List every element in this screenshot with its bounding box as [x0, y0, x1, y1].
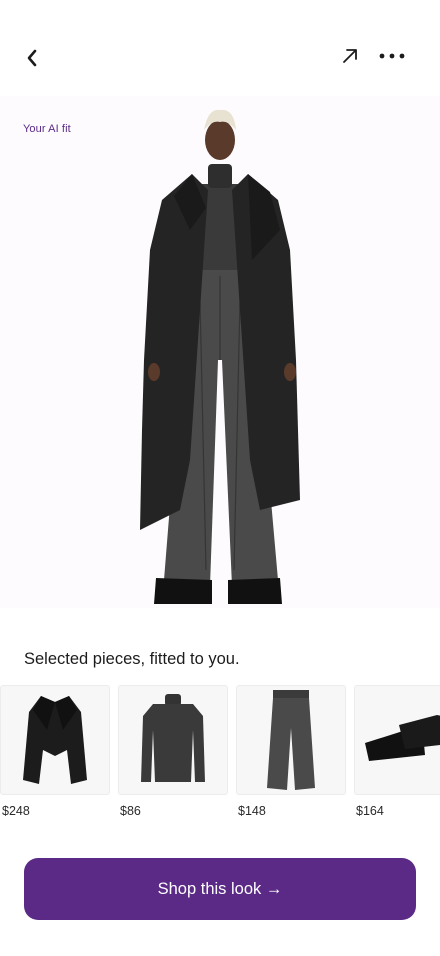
turtleneck-image	[141, 694, 205, 782]
piece-price: $86	[120, 804, 141, 818]
model-image	[140, 109, 300, 604]
trousers-image	[267, 690, 315, 790]
share-button[interactable]	[336, 42, 364, 70]
loafers-image	[365, 715, 440, 761]
chevron-left-icon	[27, 49, 37, 67]
selected-pieces-caption: Selected pieces, fitted to you.	[24, 650, 240, 668]
piece-card-trousers[interactable]: $148	[236, 685, 346, 818]
piece-thumbnail	[118, 685, 228, 795]
ai-fit-label: Your AI fit	[23, 123, 71, 135]
piece-price: $164	[356, 804, 384, 818]
piece-card-turtleneck[interactable]: $86	[118, 685, 228, 818]
more-options-button[interactable]	[376, 42, 408, 70]
piece-thumbnail	[0, 685, 110, 795]
ellipsis-icon	[379, 53, 405, 59]
arrow-up-right-icon	[343, 49, 357, 63]
shop-this-look-button[interactable]: Shop this look →	[24, 858, 416, 920]
coat-image	[23, 696, 87, 784]
piece-thumbnail	[236, 685, 346, 795]
piece-card-loafers[interactable]: $164	[354, 685, 440, 818]
ai-fit-panel: Your AI fit	[0, 96, 440, 608]
piece-price: $248	[2, 804, 30, 818]
piece-price: $148	[238, 804, 266, 818]
piece-thumbnail	[354, 685, 440, 795]
pieces-carousel[interactable]: $248 $86 $148 $164	[0, 685, 440, 825]
top-bar	[0, 0, 440, 96]
back-button[interactable]	[18, 44, 46, 72]
piece-card-coat[interactable]: $248	[0, 685, 110, 818]
